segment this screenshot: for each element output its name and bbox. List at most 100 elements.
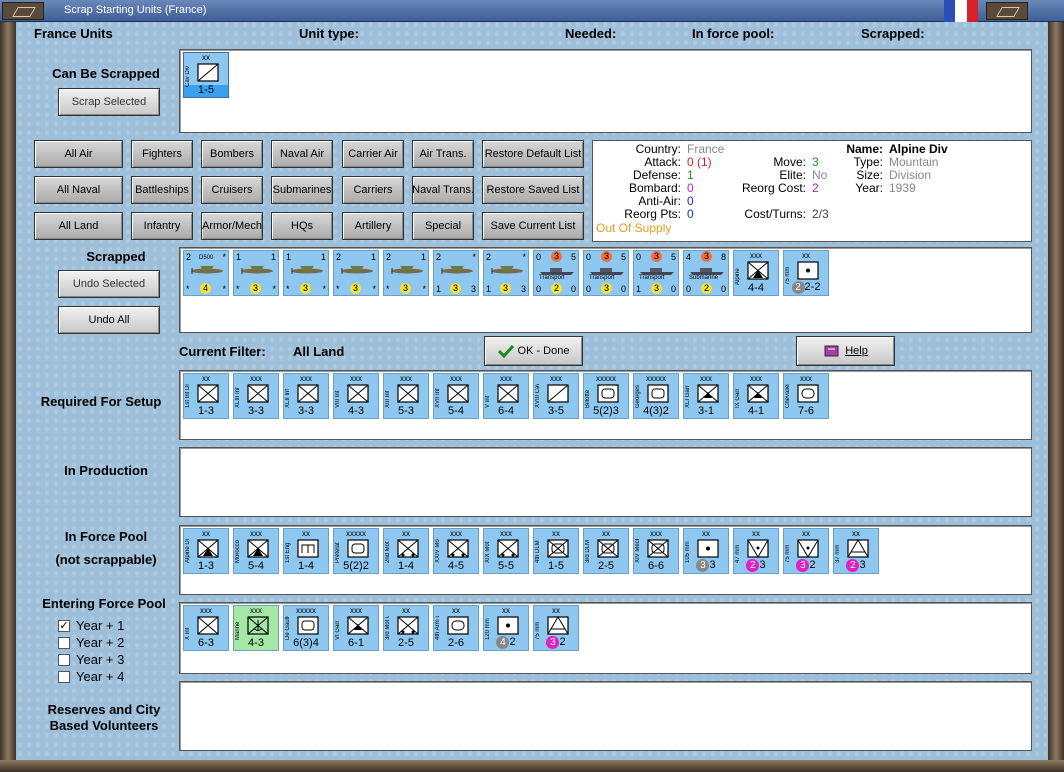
- unit-counter[interactable]: xxx XXIV Mot 4-5: [433, 528, 479, 574]
- filter-button-save-current-list[interactable]: Save Current List: [482, 212, 584, 240]
- unit-counter[interactable]: xx 120 mm 4 2: [483, 605, 529, 651]
- filter-button-naval-air[interactable]: Naval Air: [271, 140, 333, 168]
- filter-button-hqs[interactable]: HQs: [271, 212, 333, 240]
- entering-panel: xxx X Inf 6-3 xxx Marine 4-3 xxxxx De Gaulle 6(3…: [179, 602, 1032, 674]
- unit-counter[interactable]: xxx XVII Inf 5-4: [433, 373, 479, 419]
- year-checkbox-1[interactable]: ✓ Year + 1: [58, 618, 124, 633]
- air-unit-counter[interactable]: 2*13Amiot 1433: [483, 250, 529, 296]
- unit-counter[interactable]: xxxxx Billotte 5(2)3: [583, 373, 629, 419]
- filter-button-restore-default-list[interactable]: Restore Default List: [482, 140, 584, 168]
- force-pool-label: In Force Pool: [64, 529, 148, 544]
- air-bottom-right: *: [322, 284, 326, 294]
- unit-counter[interactable]: xxxxx Prételat 5(2)2: [333, 528, 379, 574]
- air-unit-counter[interactable]: 11*3F3F*: [233, 250, 279, 296]
- header-needed: Needed:: [565, 26, 617, 41]
- naval-unit-counter[interactable]: 4 3 8 Submarine 0 2 0: [683, 250, 729, 296]
- air-unit-counter[interactable]: 11*3F3F*: [283, 250, 329, 296]
- filter-button-naval-trans[interactable]: Naval Trans.: [412, 176, 474, 204]
- scrap-selected-button[interactable]: Scrap Selected: [58, 88, 160, 116]
- unit-counter[interactable]: xxxxx Georges 4(3)2: [633, 373, 679, 419]
- unit-counter[interactable]: xx 75 mm 3 2: [783, 528, 829, 574]
- air-bottom-left: *: [236, 284, 240, 294]
- filter-button-carrier-air[interactable]: Carrier Air: [342, 140, 404, 168]
- unit-counter[interactable]: xxx XLII Inf 3-3: [283, 373, 329, 419]
- checkbox-box[interactable]: [58, 653, 70, 666]
- unit-counter[interactable]: xx 105 mm 3 3: [683, 528, 729, 574]
- filter-button-cruisers[interactable]: Cruisers: [201, 176, 263, 204]
- unit-counter[interactable]: xxx Marine 4-3: [233, 605, 279, 651]
- filter-button-all-land[interactable]: All Land: [34, 212, 123, 240]
- filter-button-infantry[interactable]: Infantry: [131, 212, 193, 240]
- air-bottom-left: *: [286, 284, 290, 294]
- unit-counter[interactable]: xx 4th DLM Div 1-5: [533, 528, 579, 574]
- filter-button-carriers[interactable]: Carriers: [342, 176, 404, 204]
- ok-done-button[interactable]: OK - Done: [484, 336, 583, 366]
- unit-counter[interactable]: xx 3rd Mot Div 2-5: [383, 605, 429, 651]
- unit-counter[interactable]: xxx X Inf 6-3: [183, 605, 229, 651]
- naval-unit-counter[interactable]: 0 3 5 Transport 1 3 0: [633, 250, 679, 296]
- filter-button-artillery[interactable]: Artillery: [342, 212, 404, 240]
- naval-bottom-left: 0: [686, 284, 692, 294]
- unit-counter[interactable]: xxx XIV Mech 6-6: [633, 528, 679, 574]
- info-antiair: 0: [687, 194, 694, 208]
- unit-counter[interactable]: xxx Morocco 5-4: [233, 528, 279, 574]
- filter-button-armor-mech[interactable]: Armor/Mech: [201, 212, 263, 240]
- filter-button-all-air[interactable]: All Air: [34, 140, 123, 168]
- unit-counter[interactable]: xxx XLI Garr 3-1: [683, 373, 729, 419]
- unit-counter[interactable]: xxx VI Garr 6-1: [333, 605, 379, 651]
- unit-counter[interactable]: xx 47 mm 2 3: [733, 528, 779, 574]
- unit-counter[interactable]: xx 1st Eng 1-4: [283, 528, 329, 574]
- unit-size: xx: [852, 529, 860, 538]
- unit-counter[interactable]: xx 2nd Mot Div 1-4: [383, 528, 429, 574]
- filter-button-fighters[interactable]: Fighters: [131, 140, 193, 168]
- unit-counter[interactable]: xx 4th Arm Div 2-6: [433, 605, 479, 651]
- header-unit-type: Unit type:: [299, 26, 359, 41]
- undo-all-button[interactable]: Undo All: [58, 306, 160, 334]
- unit-counter[interactable]: xx 1st Inf Div 1-3: [183, 373, 229, 419]
- minimize-button[interactable]: [2, 2, 44, 20]
- year-checkbox-2[interactable]: Year + 2: [58, 635, 124, 650]
- air-unit-counter[interactable]: 2*D500*4D500*: [183, 250, 229, 296]
- help-button[interactable]: Help: [796, 336, 895, 366]
- filter-button-battleships[interactable]: Battleships: [131, 176, 193, 204]
- checkbox-box[interactable]: [58, 670, 70, 683]
- filter-button-special[interactable]: Special: [412, 212, 474, 240]
- filter-button-restore-saved-list[interactable]: Restore Saved List: [482, 176, 584, 204]
- unit-counter[interactable]: xx Cav Div 1-5: [183, 52, 229, 98]
- checkbox-box[interactable]: [58, 636, 70, 649]
- air-unit-counter[interactable]: 21*3F3F*: [383, 250, 429, 296]
- close-button[interactable]: [986, 2, 1028, 20]
- filter-button-submarines[interactable]: Submarines: [271, 176, 333, 204]
- unit-counter[interactable]: xxx XVIII Cav 3-5: [533, 373, 579, 419]
- unit-counter[interactable]: xx 75 mm 3 2: [533, 605, 579, 651]
- unit-counter[interactable]: xxx V Inf 6-4: [483, 373, 529, 419]
- unit-counter[interactable]: xxx XIII Inf 5-3: [383, 373, 429, 419]
- unit-counter[interactable]: xxx VIII Inf 4-3: [333, 373, 379, 419]
- unit-counter[interactable]: xx 75 mm 2 2-2: [783, 250, 829, 296]
- info-country: France: [687, 142, 725, 156]
- air-unit-counter[interactable]: 2*13Amiot 1433: [433, 250, 479, 296]
- filter-button-air-trans[interactable]: Air Trans.: [412, 140, 474, 168]
- filter-button-bombers[interactable]: Bombers: [201, 140, 263, 168]
- filter-button-all-naval[interactable]: All Naval: [34, 176, 123, 204]
- unit-counter[interactable]: xxx Alpine 4-4: [733, 250, 779, 296]
- year-checkbox-3[interactable]: Year + 3: [58, 652, 124, 667]
- naval-unit-counter[interactable]: 0 3 5 Transport 0 2 0: [533, 250, 579, 296]
- naval-unit-counter[interactable]: 0 3 5 Transport 0 3 0: [583, 250, 629, 296]
- year-checkbox-4[interactable]: Year + 4: [58, 669, 124, 684]
- air-unit-counter[interactable]: 21*3F3F*: [333, 250, 379, 296]
- undo-selected-button[interactable]: Undo Selected: [58, 270, 160, 298]
- air-bottom-right: 3: [470, 284, 476, 294]
- unit-counter[interactable]: xxxxx De Gaulle 6(3)4: [283, 605, 329, 651]
- reserves-label: Reserves and City: [47, 702, 161, 717]
- unit-counter[interactable]: xx Alpine Div 1-3: [183, 528, 229, 574]
- air-range: 2: [436, 252, 442, 262]
- unit-counter[interactable]: xxx XIX Mot 5-5: [483, 528, 529, 574]
- unit-counter[interactable]: xxx XLIII Inf 3-3: [233, 373, 279, 419]
- checkbox-box[interactable]: ✓: [58, 619, 70, 632]
- unit-counter[interactable]: xx 3rd DLM Div 2-5: [583, 528, 629, 574]
- unit-counter[interactable]: xx 37 mm 2 3: [833, 528, 879, 574]
- unit-counter[interactable]: xxx IX Garr 4-1: [733, 373, 779, 419]
- info-reorgcost: 2: [812, 181, 819, 195]
- unit-counter[interactable]: xxx Chevalier 7-6: [783, 373, 829, 419]
